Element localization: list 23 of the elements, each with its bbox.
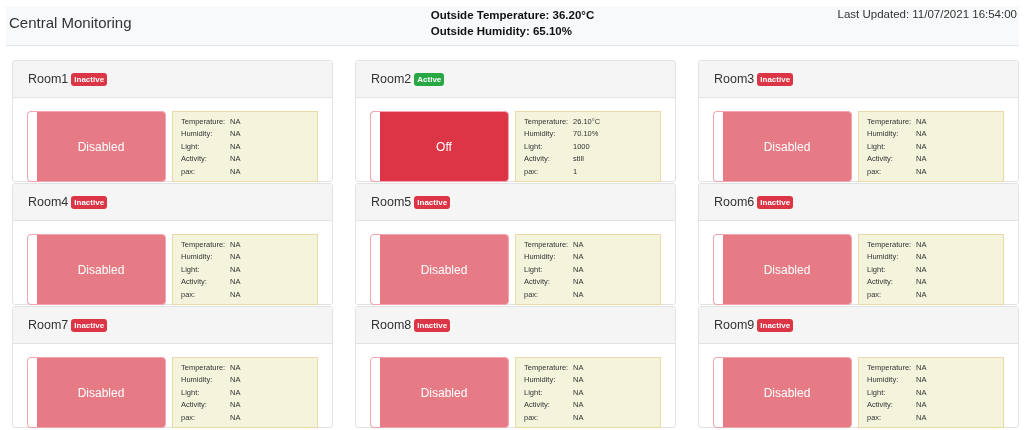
status-badge: Inactive: [757, 318, 794, 332]
room-name: Room1: [28, 72, 69, 86]
page-title: Central Monitoring: [8, 13, 133, 31]
room-name: Room4: [28, 195, 69, 209]
room-name: Room7: [28, 318, 69, 332]
status-badge: Inactive: [757, 72, 794, 86]
room-name: Room8: [371, 318, 412, 332]
room-name: Room3: [714, 72, 755, 86]
status-badge: Inactive: [757, 195, 794, 209]
status-badge: Inactive: [414, 318, 451, 332]
last-updated: Last Updated: 11/07/2021 16:54:00: [837, 7, 1018, 20]
room-name: Room6: [714, 195, 755, 209]
room-name: Room5: [371, 195, 412, 209]
outside-temperature: Outside Temperature: 36.20°C: [430, 8, 595, 23]
room-name: Room2: [371, 72, 412, 86]
status-badge: Inactive: [414, 195, 451, 209]
outside-humidity: Outside Humidity: 65.10%: [430, 24, 573, 39]
room-name: Room9: [714, 318, 755, 332]
status-badge: Active: [414, 72, 445, 86]
toggle-switch[interactable]: Off: [370, 111, 509, 182]
status-badge: Inactive: [71, 72, 108, 86]
status-badge: Inactive: [71, 318, 108, 332]
status-badge: Inactive: [71, 195, 108, 209]
